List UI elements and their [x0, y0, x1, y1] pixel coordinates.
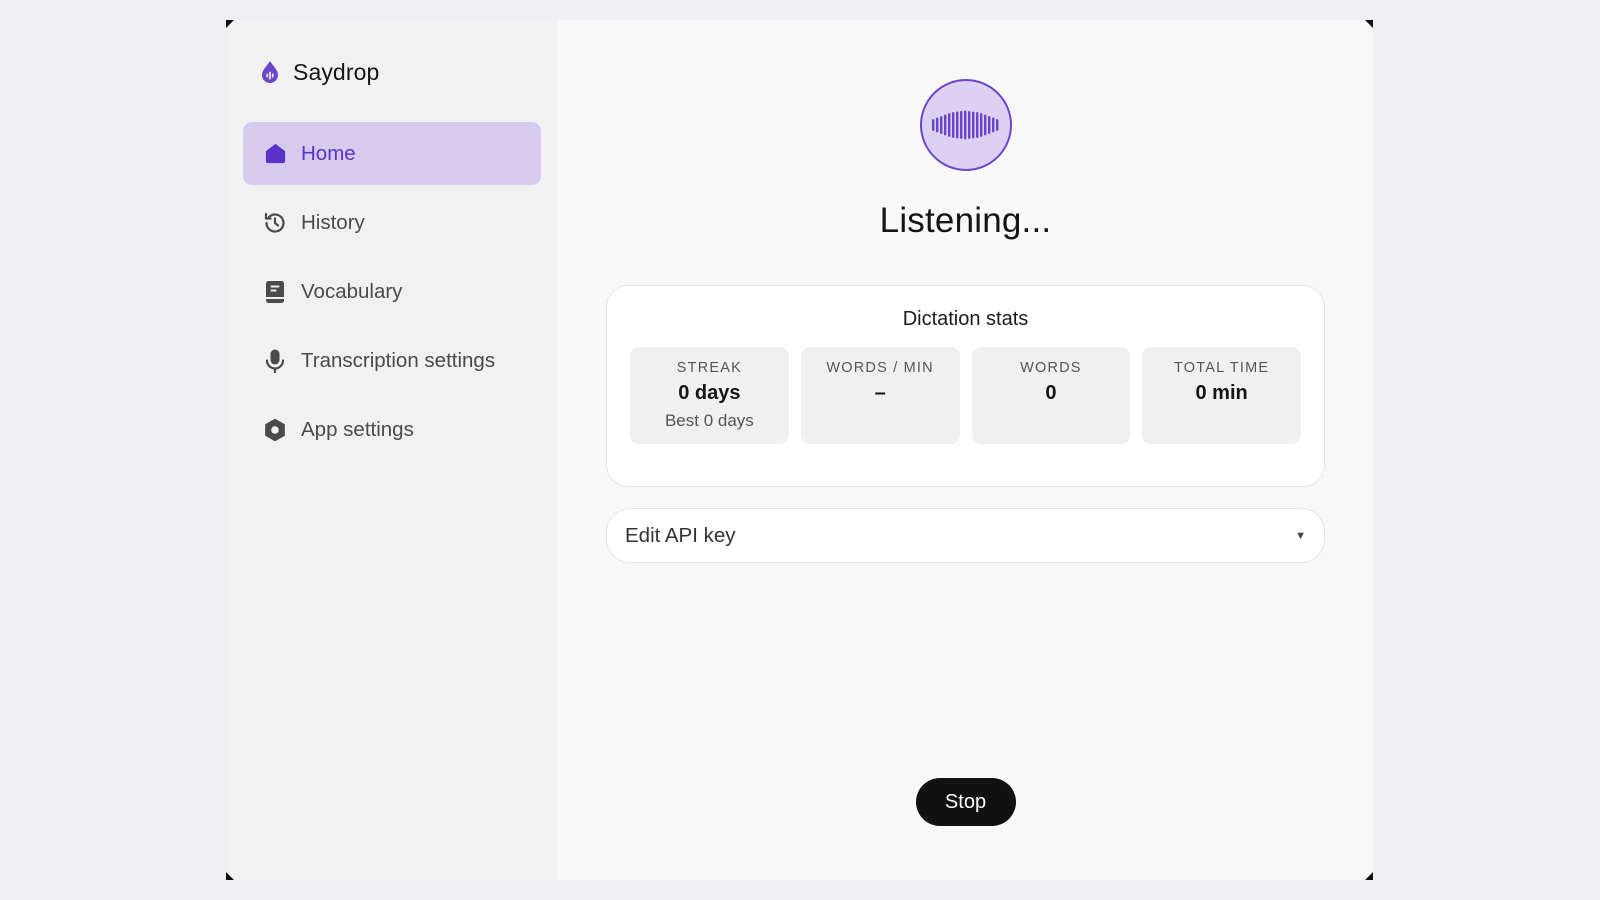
app-name: Saydrop [293, 58, 380, 85]
app-window: Saydrop Home History Vocabulary Transcri… [226, 20, 1373, 880]
stat-tile-words-per-min: WORDS / MIN – [800, 347, 960, 444]
stat-label: WORDS [1020, 360, 1082, 376]
stats-title: Dictation stats [902, 308, 1029, 330]
stat-value: 0 min [1195, 382, 1248, 404]
stat-label: TOTAL TIME [1173, 360, 1270, 376]
stat-subtext: Best 0 days [664, 411, 754, 430]
stat-tile-words: WORDS 0 [971, 347, 1131, 444]
sidebar-item-label: History [301, 210, 365, 234]
stat-value: 0 days [678, 382, 741, 404]
sidebar-item-vocabulary[interactable]: Vocabulary [243, 260, 541, 323]
home-icon [263, 142, 287, 166]
stat-tile-total-time: TOTAL TIME 0 min [1142, 347, 1301, 444]
droplet-logo-icon [261, 61, 279, 83]
history-icon [263, 211, 287, 235]
waveform-icon [931, 110, 998, 140]
chevron-down-icon: ▼ [1295, 529, 1306, 542]
stat-label: STREAK [676, 360, 742, 376]
sidebar-item-home[interactable]: Home [243, 122, 541, 185]
sidebar-item-label: App settings [301, 417, 414, 441]
edit-api-key-dropdown[interactable]: Edit API key ▼ [606, 508, 1325, 563]
listening-indicator [919, 79, 1012, 171]
sidebar-item-label: Transcription settings [301, 348, 496, 372]
stat-label: WORDS / MIN [826, 360, 934, 376]
sidebar-item-history[interactable]: History [243, 191, 541, 254]
gear-icon [263, 418, 287, 442]
sidebar: Saydrop Home History Vocabulary Transcri… [226, 20, 558, 880]
stat-value: 0 [1045, 382, 1057, 404]
stop-button[interactable]: Stop [915, 778, 1016, 826]
stat-value: – [874, 382, 886, 404]
edit-api-key-label: Edit API key [625, 523, 736, 547]
status-text: Listening... [879, 201, 1052, 240]
microphone-icon [263, 349, 287, 373]
book-icon [263, 280, 287, 304]
sidebar-item-label: Vocabulary [301, 279, 403, 303]
sidebar-item-label: Home [301, 141, 356, 165]
sidebar-item-transcription-settings[interactable]: Transcription settings [243, 329, 541, 392]
sidebar-item-app-settings[interactable]: App settings [243, 398, 541, 461]
stats-row: STREAK 0 days Best 0 days WORDS / MIN – … [630, 347, 1301, 444]
brand: Saydrop [243, 54, 541, 90]
main-content: Listening... Dictation stats STREAK 0 da… [558, 20, 1373, 880]
dictation-stats-card: Dictation stats STREAK 0 days Best 0 day… [606, 285, 1325, 487]
stat-tile-streak: STREAK 0 days Best 0 days [630, 347, 789, 444]
